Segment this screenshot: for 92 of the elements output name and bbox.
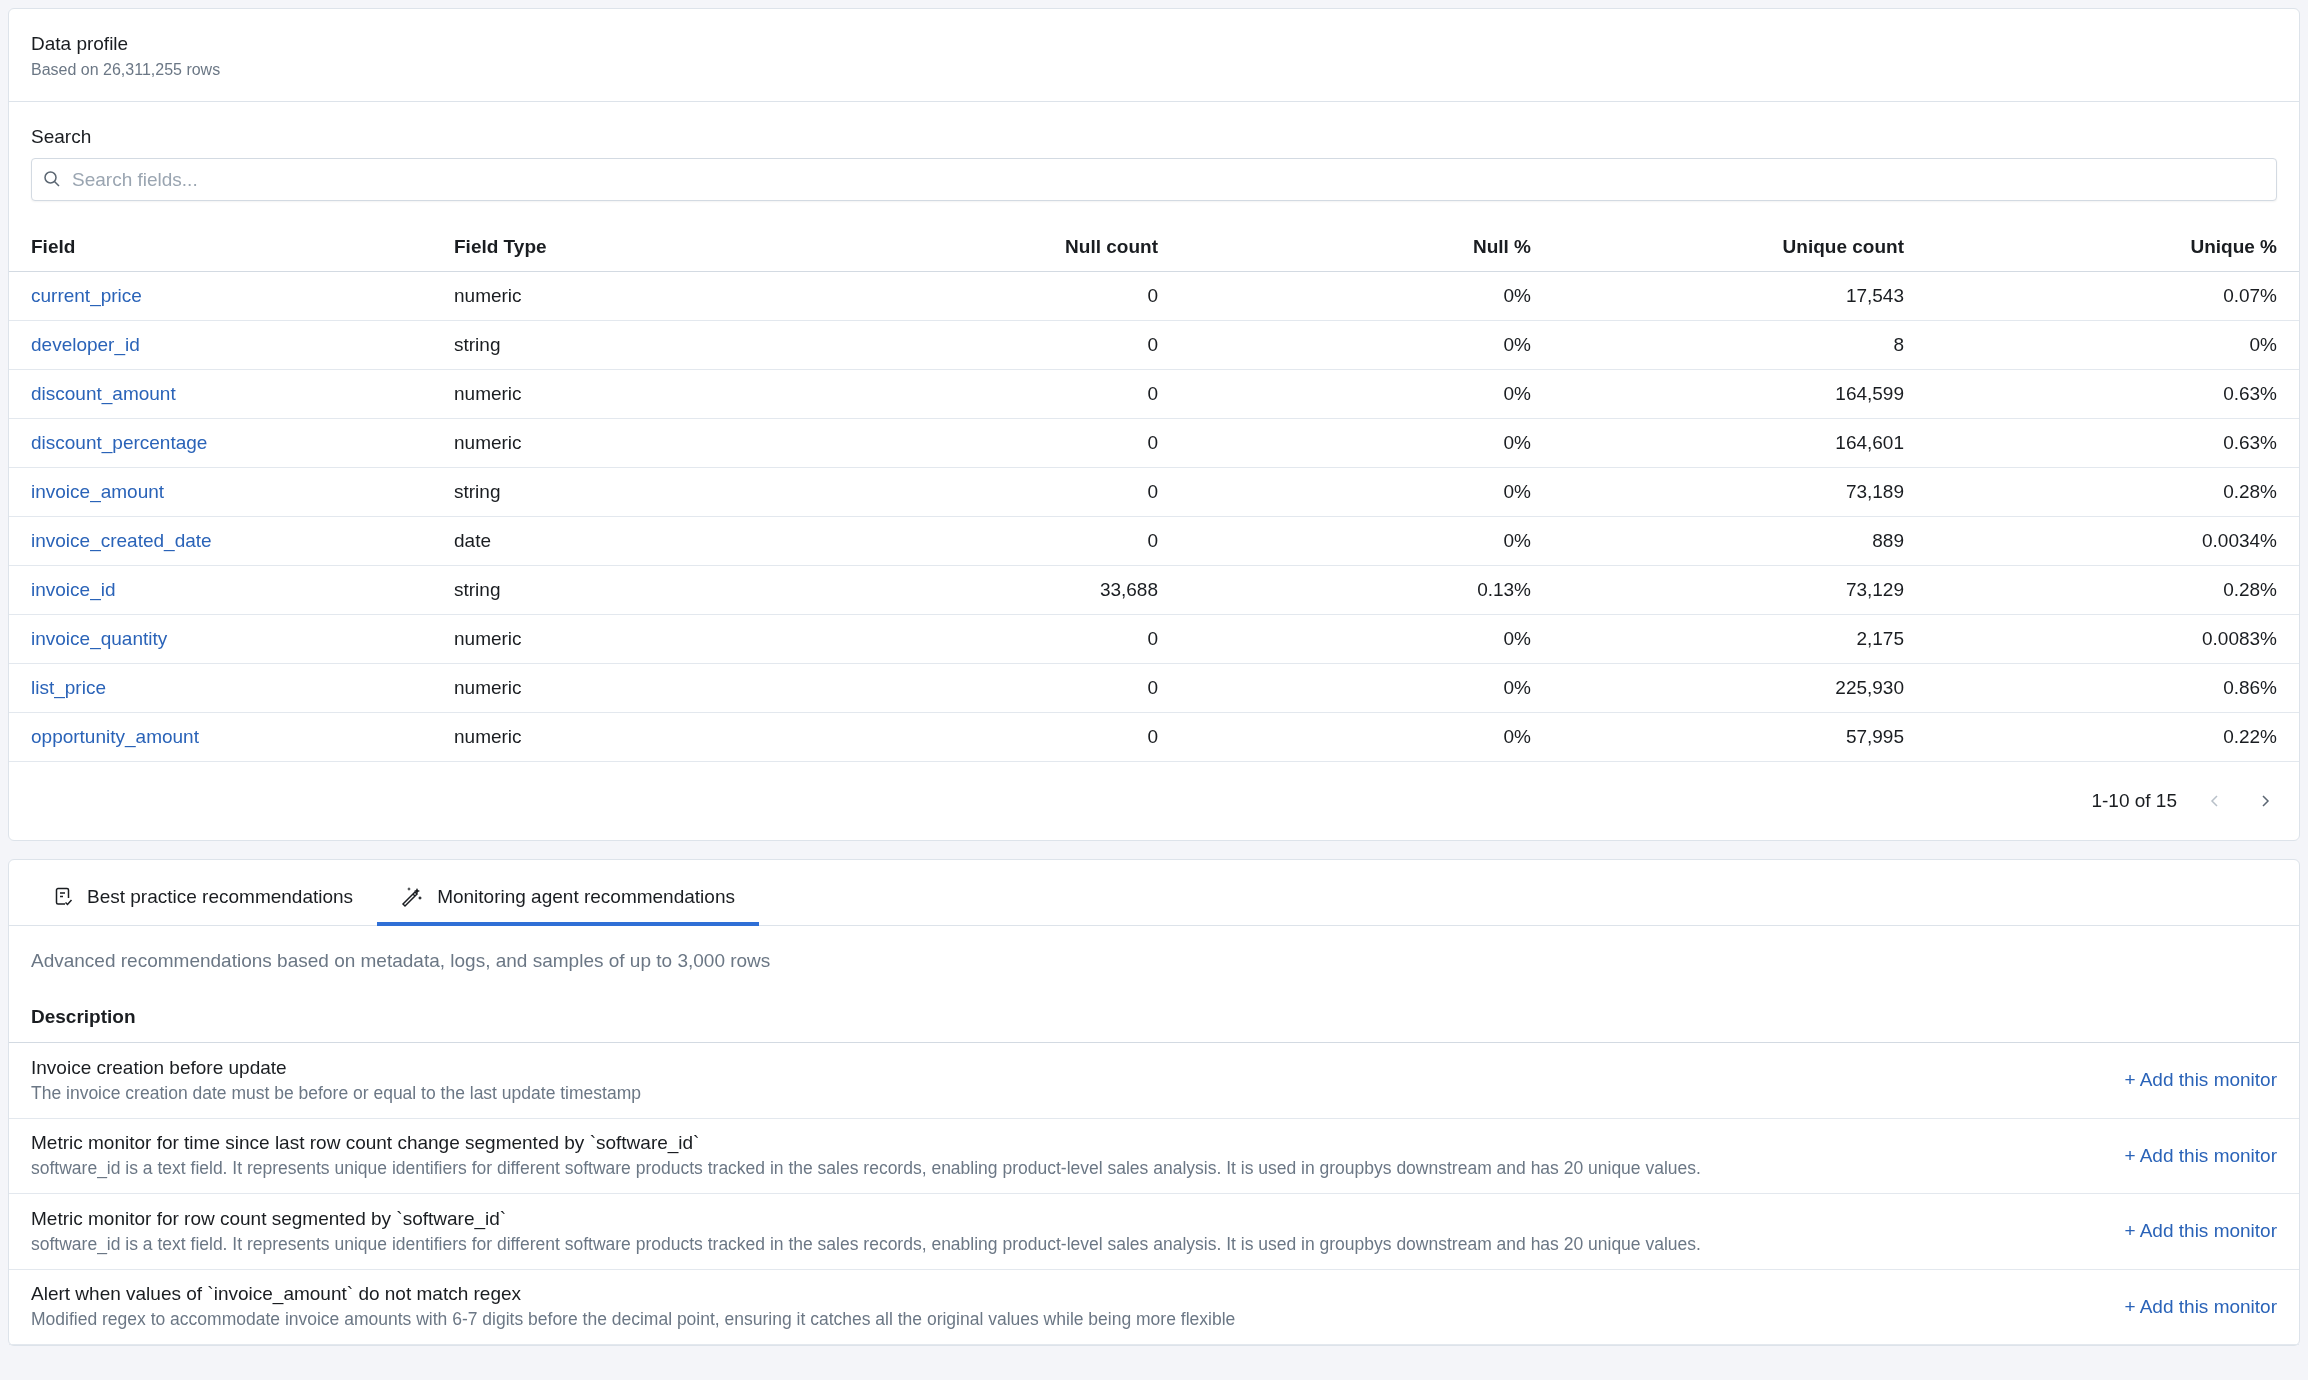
table-cell: 0% [2249, 334, 2277, 355]
table-cell: 0 [1147, 481, 1158, 502]
table-cell: 0% [1503, 628, 1531, 649]
monitor-description: software_id is a text field. It represents unique identifiers for different software products tracked in the sales records, enabling product-level sales analysis. It is used in groupbys downstream and has 20 unique values. [31, 1233, 1701, 1255]
add-monitor-link[interactable]: + Add this monitor [2124, 1069, 2277, 1092]
row-count: Based on 26,311,255 rows [31, 61, 222, 79]
table-cell: 0.0083% [2202, 628, 2277, 649]
table-cell: 0.63% [2223, 383, 2277, 404]
table-cell: 57,995 [1845, 726, 1904, 747]
table-cell: 0% [1503, 481, 1531, 502]
table-cell: 8 [1893, 334, 1904, 355]
table-cell: 225,930 [1835, 677, 1904, 698]
tab[interactable]: Best practice recommendations [31, 860, 378, 926]
search-field[interactable]: Search fields... [31, 158, 2277, 201]
table-cell: 2,175 [1856, 628, 1904, 649]
table-cell: 0.28% [2223, 481, 2277, 502]
recommendations-intro: Advanced recommendations based on metadata, logs, and samples of up to 3,000 rows [30, 949, 772, 972]
field-link[interactable]: list_price [31, 677, 106, 698]
monitor-title: Metric monitor for time since last row count change segmented by `software_id` [31, 1132, 701, 1155]
column-header: Description [31, 1006, 136, 1027]
table-cell: 0 [1147, 285, 1158, 306]
field-link[interactable]: discount_amount [31, 383, 176, 404]
table-cell: 0% [1503, 383, 1531, 404]
table-cell: 33,688 [1099, 579, 1158, 600]
field-link[interactable]: discount_percentage [31, 432, 208, 453]
table-cell: 0 [1147, 530, 1158, 551]
monitor-description: Modified regex to accommodate invoice amounts with 6-7 digits before the decimal point, ensuring it catches all the original values while being more flexible [31, 1309, 1236, 1331]
field-link[interactable]: invoice_created_date [31, 530, 212, 551]
column-header: Field Type [454, 236, 547, 257]
table-cell: 0 [1147, 726, 1158, 747]
table-cell: 0 [1147, 383, 1158, 404]
add-monitor-link[interactable]: + Add this monitor [2124, 1295, 2277, 1318]
field-link[interactable]: developer_id [31, 334, 140, 355]
table-cell: numeric [454, 677, 522, 698]
page-range: 1-10 of 15 [2091, 790, 2177, 812]
field-link[interactable]: invoice_amount [31, 481, 165, 502]
add-monitor-link[interactable]: + Add this monitor [2124, 1220, 2277, 1243]
table-cell: 0.22% [2223, 726, 2277, 747]
search-label: Search [31, 126, 92, 147]
table-cell: 73,129 [1845, 579, 1904, 600]
table-cell: 17,543 [1845, 285, 1904, 306]
monitor-title: Invoice creation before update [31, 1056, 288, 1079]
field-link[interactable]: opportunity_amount [31, 726, 199, 747]
field-link[interactable]: current_price [31, 285, 142, 306]
table-cell: 0% [1503, 334, 1531, 355]
chevron-right-icon [2259, 793, 2271, 809]
table-cell: 0.63% [2223, 432, 2277, 453]
monitor-title: Alert when values of `invoice_amount` do not match regex [31, 1283, 523, 1306]
monitor-description: software_id is a text field. It represents unique identifiers for different software products tracked in the sales records, enabling product-level sales analysis. It is used in groupbys downstream and has 20 unique values. [31, 1158, 1701, 1180]
monitor-title: Metric monitor for row count segmented by `software_id` [31, 1207, 508, 1230]
table-cell: 0.13% [1477, 579, 1531, 600]
column-header: Null count [1065, 236, 1158, 257]
table-cell: 0 [1147, 677, 1158, 698]
table-cell: 0 [1147, 432, 1158, 453]
table-cell: numeric [454, 628, 522, 649]
table-cell: numeric [454, 726, 522, 747]
column-header: Unique count [1782, 236, 1904, 257]
table-cell: 73,189 [1845, 481, 1904, 502]
table-cell: string [454, 579, 501, 600]
column-header: Unique % [2190, 236, 2277, 257]
checklist-icon [55, 887, 73, 907]
monitor-description: The invoice creation date must be before or equal to the last update timestamp [31, 1082, 641, 1104]
table-cell: 0% [1503, 726, 1531, 747]
table-cell: 0% [1503, 432, 1531, 453]
table-cell: numeric [454, 383, 522, 404]
panel-title: Data profile [31, 33, 130, 55]
table-cell: 0 [1147, 334, 1158, 355]
field-link[interactable]: invoice_quantity [31, 628, 168, 649]
table-cell: 164,599 [1835, 383, 1904, 404]
tab[interactable]: Monitoring agent recommendations [377, 860, 759, 926]
column-header: Field [31, 236, 76, 257]
table-cell: 0.0034% [2202, 530, 2277, 551]
magic-wand-icon [401, 886, 424, 908]
chevron-left-icon [2209, 793, 2221, 809]
column-header: Null % [1472, 236, 1531, 257]
table-cell: 0% [1503, 285, 1531, 306]
table-cell: string [454, 481, 501, 502]
table-cell: numeric [454, 285, 522, 306]
table-cell: 889 [1872, 530, 1904, 551]
table-cell: 0.86% [2223, 677, 2277, 698]
table-cell: numeric [454, 432, 522, 453]
table-cell: date [454, 530, 491, 551]
table-cell: 0% [1503, 530, 1531, 551]
search-icon [43, 170, 61, 188]
table-cell: 0 [1147, 628, 1158, 649]
table-cell: 0.28% [2223, 579, 2277, 600]
add-monitor-link[interactable]: + Add this monitor [2124, 1144, 2277, 1167]
table-cell: 164,601 [1835, 432, 1904, 453]
table-cell: 0% [1503, 677, 1531, 698]
table-cell: 0.07% [2223, 285, 2277, 306]
table-cell: string [454, 334, 501, 355]
field-link[interactable]: invoice_id [31, 579, 116, 600]
